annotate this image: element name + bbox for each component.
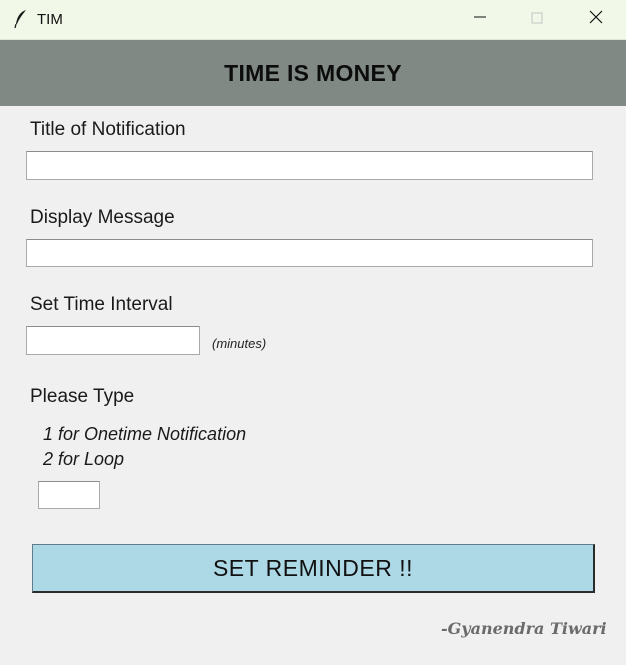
time-interval-input[interactable] — [26, 326, 200, 355]
window-title: TIM — [37, 11, 63, 28]
notification-title-input[interactable] — [26, 151, 593, 180]
notification-title-label: Title of Notification — [30, 119, 186, 140]
interval-unit-hint: (minutes) — [212, 336, 267, 351]
close-icon — [589, 10, 603, 29]
banner-title: TIME IS MONEY — [224, 59, 402, 86]
title-bar[interactable]: TIM — [0, 0, 626, 40]
display-message-input[interactable] — [26, 239, 593, 267]
set-reminder-button[interactable]: SET REMINDER !! — [32, 544, 595, 593]
feather-icon — [14, 9, 28, 29]
set-reminder-label: SET REMINDER !! — [212, 554, 414, 581]
type-option-onetime: 1 for Onetime Notification — [43, 424, 247, 444]
close-button[interactable] — [566, 0, 626, 39]
type-option-loop: 2 for Loop — [43, 449, 125, 469]
type-input[interactable] — [38, 481, 100, 509]
maximize-button[interactable] — [507, 0, 567, 39]
type-label: Please Type — [30, 386, 135, 407]
display-message-label: Display Message — [30, 207, 175, 228]
header-banner: TIME IS MONEY — [0, 40, 626, 106]
maximize-icon — [531, 11, 543, 29]
minimize-button[interactable] — [450, 0, 510, 39]
minimize-icon — [473, 10, 487, 29]
author-signature: -Gyanendra Tiwari — [441, 619, 607, 638]
time-interval-label: Set Time Interval — [30, 294, 173, 315]
